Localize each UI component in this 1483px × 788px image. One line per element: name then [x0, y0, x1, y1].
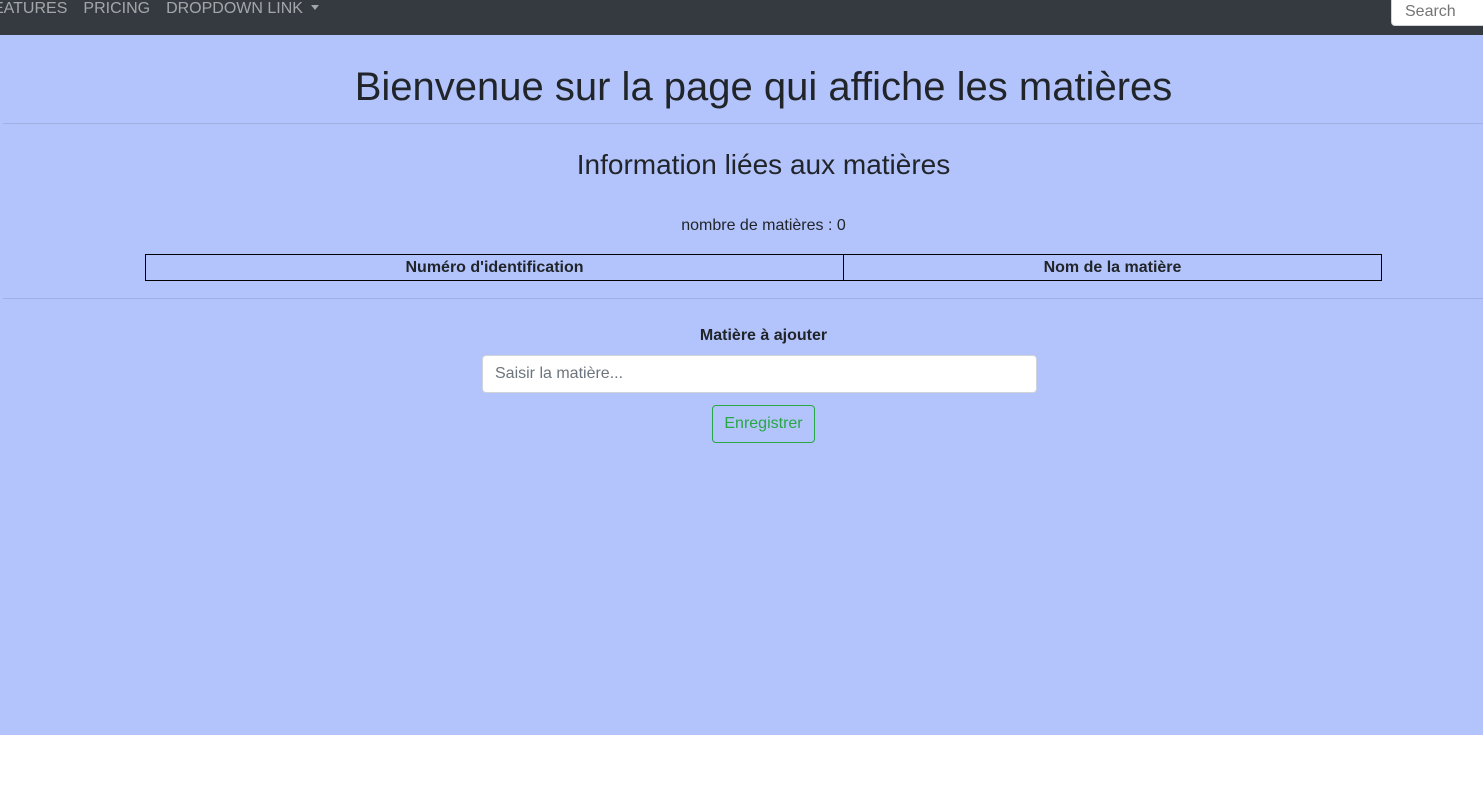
divider-bottom [3, 298, 1483, 299]
add-subject-label: Matière à ajouter [699, 327, 828, 344]
divider-top [3, 123, 1483, 124]
save-button[interactable]: Enregistrer [712, 405, 815, 443]
subject-count: nombre de matières : 0 [681, 217, 846, 234]
nav-dropdown-link[interactable]: DROPDOWN LINK [166, 0, 319, 18]
nav-link-features[interactable]: EATURES [0, 0, 67, 18]
dropdown-link-label: DROPDOWN LINK [166, 0, 303, 17]
nav-links: EATURES PRICING DROPDOWN LINK [0, 0, 335, 18]
top-navbar: EATURES PRICING DROPDOWN LINK [0, 0, 1483, 35]
section-title: Information liées aux matières [576, 149, 951, 180]
page-title: Bienvenue sur la page qui affiche les ma… [354, 65, 1173, 109]
subject-input[interactable] [482, 355, 1037, 393]
table-header-row: Numéro d'identification Nom de la matièr… [145, 254, 1382, 281]
column-header-name: Nom de la matière [843, 254, 1382, 281]
main-content: Bienvenue sur la page qui affiche les ma… [0, 35, 1483, 735]
subjects-table: Numéro d'identification Nom de la matièr… [145, 254, 1382, 281]
search-input[interactable] [1391, 0, 1483, 26]
nav-link-pricing[interactable]: PRICING [83, 0, 150, 18]
column-header-id: Numéro d'identification [145, 254, 844, 281]
caret-down-icon [310, 5, 319, 10]
